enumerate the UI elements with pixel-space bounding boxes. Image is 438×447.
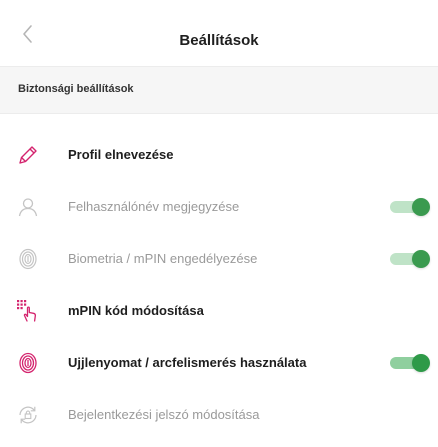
fingerprint-icon (16, 351, 40, 375)
profile-rename-item[interactable]: Profil elnevezése (0, 130, 438, 180)
change-password-item[interactable]: Bejelentkezési jelszó módosítása (0, 390, 438, 440)
item-label: Profil elnevezése (68, 147, 174, 162)
back-button[interactable] (16, 22, 40, 46)
fingerprint-icon (16, 247, 40, 271)
toggle-knob (412, 354, 430, 372)
settings-list: Profil elnevezése Felhasználónév megjegy… (0, 114, 438, 447)
remember-username-item: Felhasználónév megjegyzése (0, 182, 438, 232)
section-title: Biztonsági beállítások (18, 83, 134, 95)
keypad-touch-icon (16, 299, 40, 323)
chevron-left-icon (23, 25, 32, 43)
fingerprint-face-item: Ujjlenyomat / arcfelismerés használata (0, 338, 438, 388)
lock-refresh-icon (16, 403, 40, 427)
item-label: Ujjlenyomat / arcfelismerés használata (68, 355, 307, 370)
biometrics-mpin-item: Biometria / mPIN engedélyezése (0, 234, 438, 284)
toggle-knob (412, 250, 430, 268)
item-label: Felhasználónév megjegyzése (68, 199, 240, 214)
pencil-icon (16, 143, 40, 167)
settings-screen: Beállítások Biztonsági beállítások Profi… (0, 0, 438, 447)
biometrics-mpin-toggle[interactable] (390, 250, 430, 268)
toggle-knob (412, 198, 430, 216)
item-label: Bejelentkezési jelszó módosítása (68, 407, 260, 422)
navigation-bar: Beállítások (0, 0, 438, 66)
remember-username-toggle[interactable] (390, 198, 430, 216)
fingerprint-face-toggle[interactable] (390, 354, 430, 372)
item-label: mPIN kód módosítása (68, 303, 204, 318)
change-mpin-item[interactable]: mPIN kód módosítása (0, 286, 438, 336)
user-icon (16, 195, 40, 219)
section-header: Biztonsági beállítások (0, 66, 438, 114)
item-label: Biometria / mPIN engedélyezése (68, 251, 258, 266)
page-title: Beállítások (179, 32, 259, 49)
